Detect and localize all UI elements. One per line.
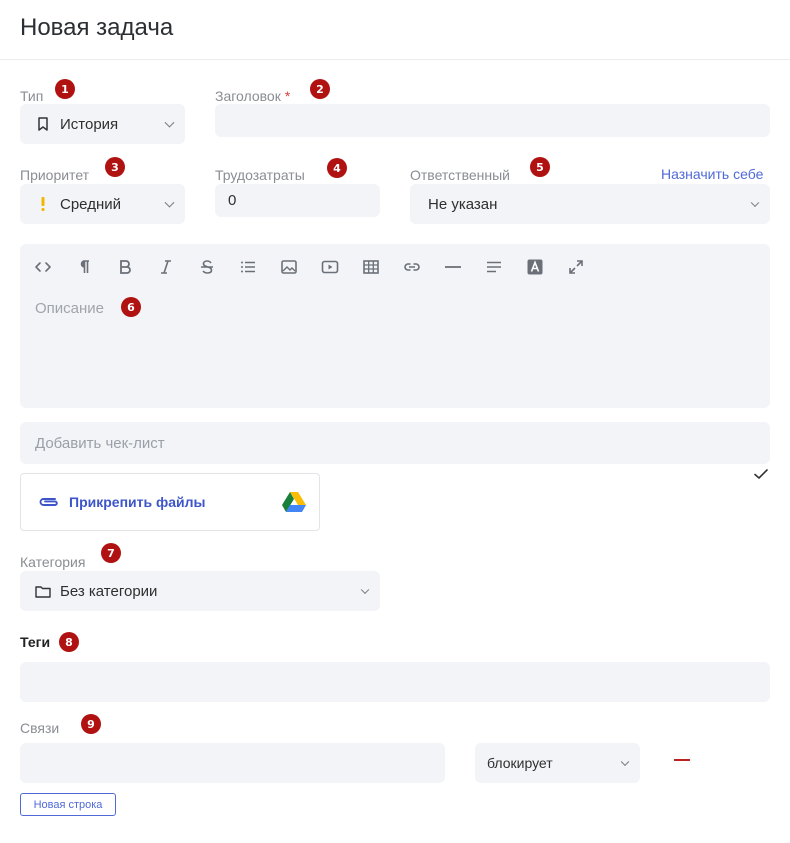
chevron-down-icon	[360, 585, 370, 595]
assignee-select[interactable]: Не указан	[410, 184, 770, 224]
google-drive-icon[interactable]	[282, 491, 306, 513]
annotation-badge-4: 4	[327, 158, 347, 178]
table-icon[interactable]	[362, 256, 403, 278]
expand-icon[interactable]	[567, 256, 608, 278]
bold-icon[interactable]	[116, 256, 157, 278]
type-value: История	[60, 115, 119, 133]
folder-icon	[34, 582, 52, 600]
editor-toolbar	[34, 256, 608, 278]
assign-self-link[interactable]: Назначить себе	[661, 166, 763, 182]
links-label: Связи	[20, 720, 60, 736]
video-icon[interactable]	[321, 256, 362, 278]
category-label: Категория	[20, 554, 86, 570]
bookmark-icon	[34, 115, 52, 133]
priority-label: Приоритет	[20, 167, 90, 183]
annotation-badge-6: 6	[121, 297, 141, 317]
annotation-badge-7: 7	[101, 543, 121, 563]
paragraph-icon[interactable]	[75, 256, 116, 278]
strikethrough-icon[interactable]	[198, 256, 239, 278]
priority-select[interactable]: Средний	[20, 184, 185, 224]
annotation-badge-9: 9	[81, 714, 101, 734]
relation-select[interactable]: блокирует	[475, 743, 640, 783]
category-value: Без категории	[60, 582, 158, 600]
heading-field[interactable]	[215, 104, 770, 137]
priority-value: Средний	[60, 195, 121, 213]
tags-input[interactable]	[20, 662, 770, 702]
links-input[interactable]	[20, 743, 445, 783]
code-icon[interactable]	[34, 256, 75, 278]
annotation-badge-5: 5	[530, 157, 550, 177]
attach-files-label: Прикрепить файлы	[69, 494, 206, 510]
chevron-down-icon	[164, 197, 175, 208]
effort-input[interactable]	[215, 184, 380, 217]
annotation-badge-2: 2	[310, 79, 330, 99]
checklist-input[interactable]: Добавить чек-лист	[20, 422, 770, 464]
new-row-button[interactable]: Новая строка	[20, 793, 116, 816]
effort-label: Трудозатраты	[215, 167, 305, 183]
annotation-badge-8: 8	[59, 632, 79, 652]
heading-input[interactable]	[215, 104, 770, 137]
annotation-badge-3: 3	[105, 157, 125, 177]
remove-row-button[interactable]	[674, 759, 690, 761]
description-placeholder: Описание	[35, 300, 105, 317]
assignee-value: Не указан	[428, 195, 498, 213]
list-icon[interactable]	[239, 256, 280, 278]
image-icon[interactable]	[280, 256, 321, 278]
exclamation-icon	[34, 195, 52, 213]
chevron-down-icon	[750, 198, 760, 208]
links-field[interactable]	[20, 743, 445, 783]
type-label: Тип	[20, 88, 44, 104]
title-divider	[0, 59, 790, 60]
annotation-badge-1: 1	[55, 79, 75, 99]
relation-value: блокирует	[487, 755, 553, 771]
tags-field[interactable]	[20, 662, 770, 702]
heading-label-text: Заголовок	[215, 88, 281, 104]
heading-label: Заголовок *	[215, 88, 290, 104]
align-icon[interactable]	[485, 256, 526, 278]
page-title: Новая задача	[20, 14, 174, 41]
attach-files-button[interactable]: Прикрепить файлы	[20, 473, 320, 531]
check-icon[interactable]	[753, 466, 769, 482]
chevron-down-icon	[620, 757, 630, 767]
effort-field[interactable]	[215, 184, 380, 217]
link-icon[interactable]	[403, 256, 444, 278]
text-color-icon[interactable]	[526, 256, 567, 278]
required-star: *	[284, 88, 291, 104]
italic-icon[interactable]	[157, 256, 198, 278]
tags-label: Теги	[20, 634, 51, 650]
description-editor[interactable]: Описание 6	[20, 244, 770, 408]
chevron-down-icon	[164, 117, 175, 128]
type-select[interactable]: История	[20, 104, 185, 144]
category-select[interactable]: Без категории	[20, 571, 380, 611]
paperclip-icon	[37, 495, 61, 509]
assignee-label: Ответственный	[410, 167, 510, 183]
horizontal-rule-icon[interactable]	[444, 256, 485, 278]
